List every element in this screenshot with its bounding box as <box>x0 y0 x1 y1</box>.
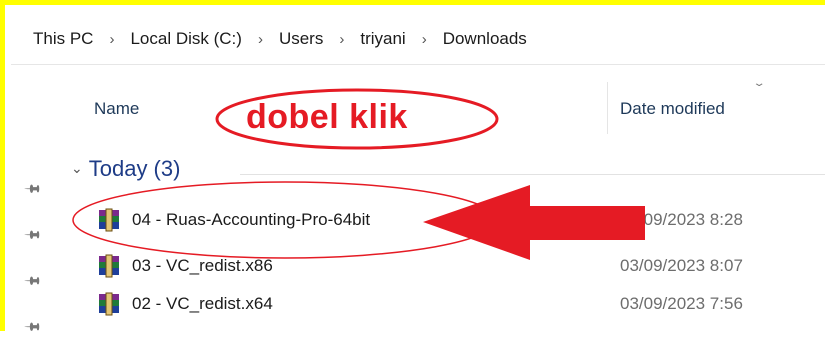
annotation-arrow-icon <box>423 185 645 260</box>
annotation-label: dobel klik <box>246 98 408 136</box>
annotation-overlay <box>72 88 645 260</box>
